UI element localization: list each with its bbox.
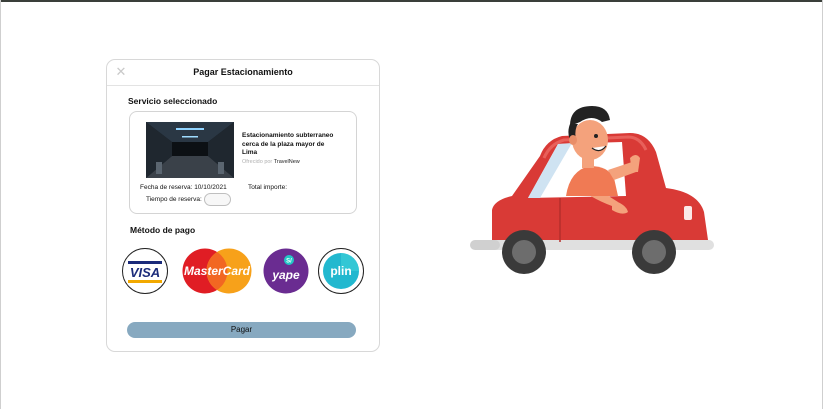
window-top-border <box>0 0 823 2</box>
plin-text: plin <box>330 264 351 278</box>
service-card: Estacionamiento subterraneo cerca de la … <box>129 111 357 214</box>
car-illustration <box>462 100 722 290</box>
service-section-title: Servicio seleccionado <box>128 96 218 106</box>
plin-icon[interactable]: plin <box>318 248 364 294</box>
reservation-date: Fecha de reserva: 10/10/2021 <box>140 184 227 191</box>
service-description: Estacionamiento subterraneo cerca de la … <box>242 132 334 156</box>
modal-title: Pagar Estacionamiento <box>193 67 293 77</box>
offered-by: Ofrecido por TravelNew <box>242 159 300 165</box>
mastercard-text: MasterCard <box>184 264 251 278</box>
payment-section-title: Método de pago <box>130 225 196 235</box>
yape-icon[interactable]: S/ yape <box>263 248 309 294</box>
offered-by-label: Ofrecido por <box>242 159 273 165</box>
visa-text: VISA <box>130 265 160 280</box>
reservation-time-label: Tiempo de reserva: <box>146 196 202 203</box>
yape-text: yape <box>271 268 300 282</box>
window-left-border <box>0 0 1 409</box>
payment-modal: ✕ Pagar Estacionamiento Servicio selecci… <box>106 59 380 352</box>
mastercard-icon[interactable]: MasterCard <box>179 248 255 294</box>
reservation-time-input[interactable] <box>204 193 231 206</box>
visa-icon[interactable]: VISA <box>122 248 168 294</box>
modal-header: ✕ Pagar Estacionamiento <box>107 60 379 86</box>
pay-button[interactable]: Pagar <box>127 322 356 338</box>
total-amount: Total importe: <box>248 184 288 191</box>
parking-thumbnail <box>146 122 234 178</box>
svg-text:S/: S/ <box>286 259 292 265</box>
offered-by-name: TravelNew <box>273 159 300 165</box>
